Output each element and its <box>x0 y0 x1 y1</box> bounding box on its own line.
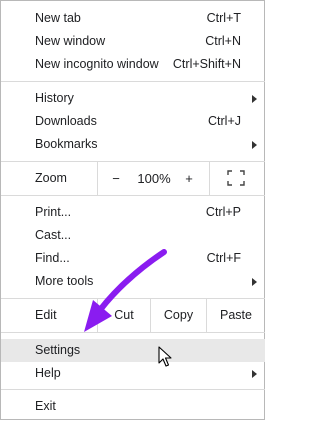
menu-separator <box>1 81 265 82</box>
menu-item-cast[interactable]: Cast... <box>1 224 265 247</box>
menu-item-history[interactable]: History <box>1 87 265 110</box>
submenu-arrow-icon <box>252 141 257 149</box>
copy-button[interactable]: Copy <box>151 299 206 332</box>
zoom-divider <box>209 162 210 195</box>
menu-item-print[interactable]: Print... Ctrl+P <box>1 201 265 224</box>
edit-row: Edit Cut Copy Paste <box>1 299 265 332</box>
menu-item-shortcut: Ctrl+Shift+N <box>172 57 241 71</box>
menu-item-settings[interactable]: Settings <box>1 339 265 362</box>
menu-item-label: Downloads <box>35 114 97 128</box>
menu-item-new-tab[interactable]: New tab Ctrl+T <box>1 7 265 30</box>
zoom-row: Zoom − 100% + <box>1 162 265 195</box>
menu-item-label: New tab <box>35 11 81 25</box>
zoom-level: 100% <box>137 171 171 186</box>
menu-item-label: History <box>35 91 74 105</box>
submenu-arrow-icon <box>252 95 257 103</box>
paste-button[interactable]: Paste <box>207 299 265 332</box>
menu-item-help[interactable]: Help <box>1 362 265 385</box>
menu-item-downloads[interactable]: Downloads Ctrl+J <box>1 110 265 133</box>
menu-item-shortcut: Ctrl+T <box>206 11 241 25</box>
zoom-in-button[interactable]: + <box>180 162 198 195</box>
chrome-menu: New tab Ctrl+T New window Ctrl+N New inc… <box>0 0 265 420</box>
menu-item-bookmarks[interactable]: Bookmarks <box>1 133 265 156</box>
menu-separator <box>1 332 265 333</box>
menu-item-label: Print... <box>35 205 72 219</box>
menu-separator <box>1 195 265 196</box>
menu-item-shortcut: Ctrl+P <box>205 205 241 219</box>
menu-item-new-window[interactable]: New window Ctrl+N <box>1 30 265 53</box>
menu-item-shortcut: Ctrl+J <box>208 114 241 128</box>
menu-item-label: Cast... <box>35 228 72 242</box>
zoom-out-button[interactable]: − <box>107 162 125 195</box>
zoom-divider <box>97 162 98 195</box>
menu-item-label: Settings <box>35 343 81 357</box>
menu-item-exit[interactable]: Exit <box>1 395 265 418</box>
menu-item-label: Find... <box>35 251 70 265</box>
menu-item-label: Bookmarks <box>35 137 98 151</box>
menu-item-label: New incognito window <box>35 57 159 71</box>
menu-item-label: More tools <box>35 274 94 288</box>
submenu-arrow-icon <box>252 278 257 286</box>
fullscreen-icon[interactable] <box>227 170 245 186</box>
submenu-arrow-icon <box>252 370 257 378</box>
menu-item-label: Help <box>35 366 61 380</box>
menu-item-shortcut: Ctrl+F <box>206 251 241 265</box>
menu-item-label: New window <box>35 34 106 48</box>
zoom-label: Zoom <box>35 171 67 185</box>
mouse-cursor-icon <box>158 346 172 367</box>
menu-item-shortcut: Ctrl+N <box>205 34 241 48</box>
menu-separator <box>1 389 265 390</box>
menu-item-new-incognito-window[interactable]: New incognito window Ctrl+Shift+N <box>1 53 265 76</box>
menu-item-label: Exit <box>35 399 56 413</box>
menu-item-more-tools[interactable]: More tools <box>1 270 265 293</box>
cut-button[interactable]: Cut <box>98 299 150 332</box>
edit-label: Edit <box>35 308 57 322</box>
menu-item-find[interactable]: Find... Ctrl+F <box>1 247 265 270</box>
